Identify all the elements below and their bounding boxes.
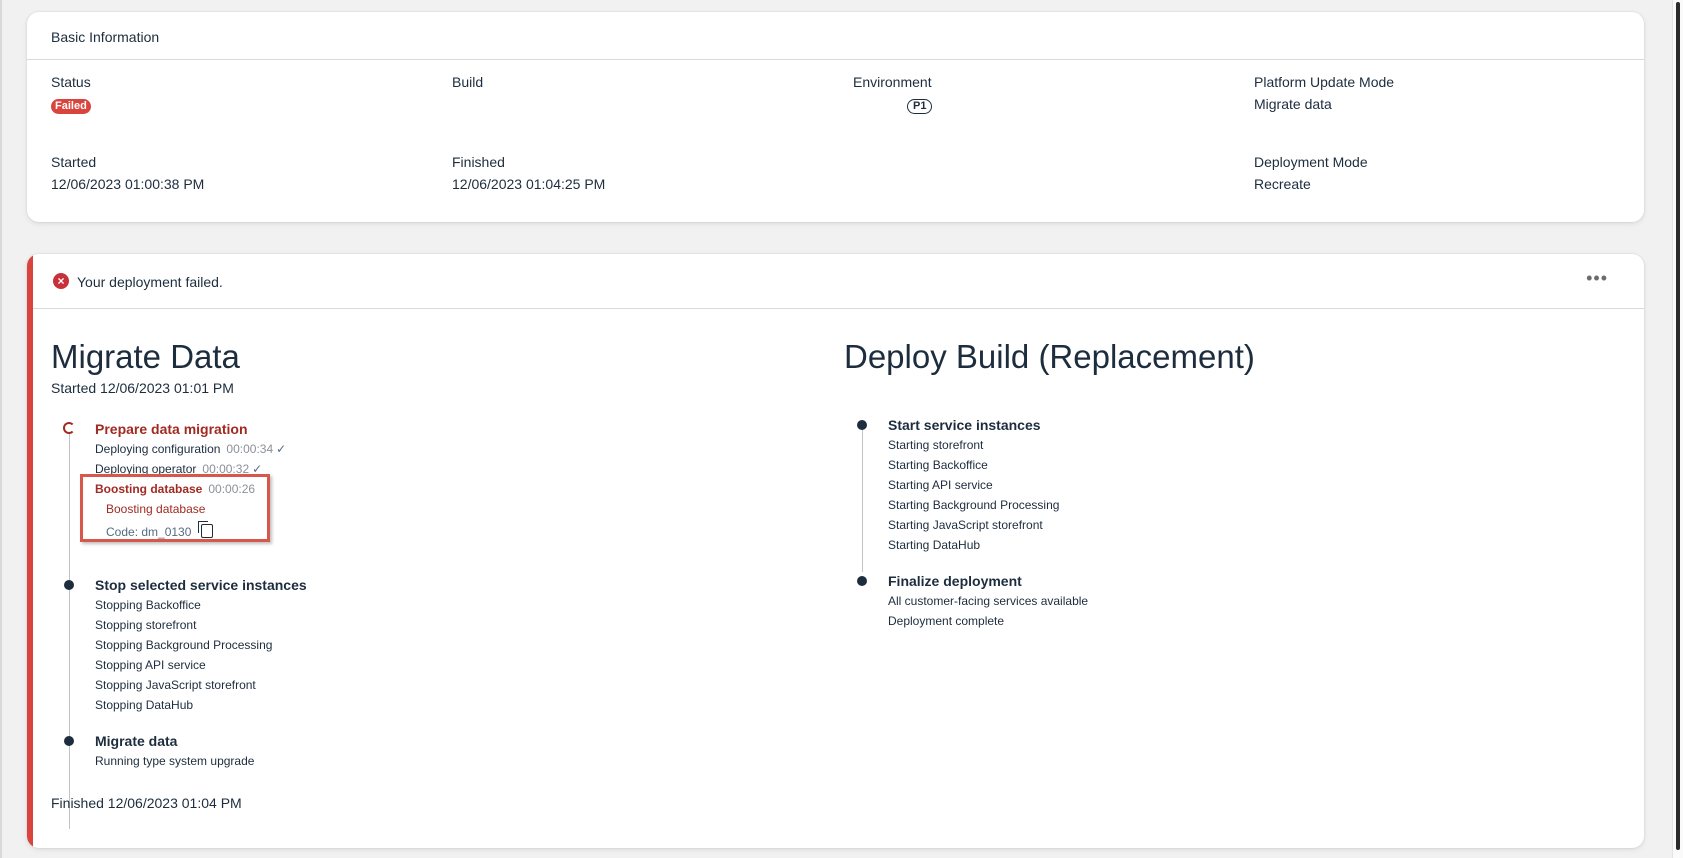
build-label: Build: [452, 74, 484, 90]
step-start-service-instances: Start service instances: [888, 417, 1041, 433]
step-item-label: Deploying configuration: [95, 442, 221, 456]
migrate-started-text: Started 12/06/2023 01:01 PM: [51, 380, 234, 396]
environment-badge: P1: [907, 99, 933, 114]
list-item: Stopping storefront: [95, 618, 197, 632]
migrate-timeline-segment: [69, 432, 70, 544]
step-stop-service-instances: Stop selected service instances: [95, 577, 307, 593]
list-item: Starting Background Processing: [888, 498, 1060, 512]
list-item: Running type system upgrade: [95, 754, 255, 768]
list-item: Stopping JavaScript storefront: [95, 678, 256, 692]
finished-label: Finished: [452, 154, 505, 170]
list-item: Stopping DataHub: [95, 698, 194, 712]
error-code-row: Code: dm_0130: [106, 521, 214, 539]
in-progress-spinner-icon: [63, 422, 75, 434]
step-finalize-deployment: Finalize deployment: [888, 573, 1022, 589]
deployment-mode-label: Deployment Mode: [1254, 154, 1368, 170]
scrollbar-thumb[interactable]: [1676, 2, 1680, 850]
deployment-message-strip: × Your deployment failed. •••: [33, 254, 1644, 309]
migrate-data-title: Migrate Data: [51, 338, 240, 375]
error-indicator-bar: [27, 254, 33, 848]
platform-update-mode-value: Migrate data: [1254, 96, 1332, 112]
more-options-icon[interactable]: •••: [1586, 268, 1608, 289]
list-item: All customer-facing services available: [888, 594, 1089, 608]
step-dot: [857, 576, 867, 586]
build-field: Build: [452, 74, 483, 96]
error-step-duration: 00:00:26: [208, 482, 256, 496]
basic-information-header: Basic Information: [27, 12, 1644, 60]
step-migrate-data: Migrate data: [95, 733, 178, 749]
migrate-finished-text: Finished 12/06/2023 01:04 PM: [51, 795, 242, 811]
error-step-label: Boosting database: [95, 482, 203, 496]
list-item: Stopping Background Processing: [95, 638, 273, 652]
platform-update-mode-label: Platform Update Mode: [1254, 74, 1395, 90]
deployment-failed-message: Your deployment failed.: [77, 274, 223, 290]
deploy-build-title: Deploy Build (Replacement): [844, 338, 1255, 375]
started-value: 12/06/2023 01:00:38 PM: [51, 176, 205, 192]
status-badge: Failed: [51, 99, 91, 114]
list-item: Starting JavaScript storefront: [888, 518, 1043, 532]
list-item: Starting storefront: [888, 438, 984, 452]
list-item: Starting Backoffice: [888, 458, 988, 472]
status-label: Status: [51, 74, 91, 90]
finished-value: 12/06/2023 01:04:25 PM: [452, 176, 606, 192]
list-item: Stopping Backoffice: [95, 598, 201, 612]
window-left-edge: [0, 0, 2, 858]
copy-icon[interactable]: [198, 521, 214, 538]
environment-label: Environment: [853, 74, 932, 90]
step-dot: [64, 580, 74, 590]
list-item: Starting API service: [888, 478, 993, 492]
step-dot: [857, 420, 867, 430]
step-item-duration: 00:00:34: [226, 442, 274, 456]
error-step-title: Boosting database 00:00:26: [95, 482, 255, 496]
finished-field: Finished 12/06/2023 01:04:25 PM: [452, 154, 605, 192]
started-field: Started 12/06/2023 01:00:38 PM: [51, 154, 204, 192]
step-prepare-data-migration: Prepare data migration: [95, 421, 248, 437]
error-code: Code: dm_0130: [106, 525, 192, 539]
deployment-mode-value: Recreate: [1254, 176, 1311, 192]
step-dot: [64, 736, 74, 746]
error-icon: ×: [53, 273, 69, 289]
vertical-scrollbar[interactable]: [1672, 0, 1683, 858]
list-item: Stopping API service: [95, 658, 206, 672]
build-timeline-line: [862, 428, 863, 572]
platform-update-mode-field: Platform Update Mode Migrate data: [1254, 74, 1394, 112]
started-label: Started: [51, 154, 97, 170]
list-item: Starting DataHub: [888, 538, 981, 552]
environment-field: Environment P1: [853, 74, 933, 114]
basic-information-card: Basic Information Status Failed Build En…: [27, 12, 1644, 222]
list-item: Deployment complete: [888, 614, 1005, 628]
deployment-progress-card: × Your deployment failed. ••• Migrate Da…: [27, 254, 1644, 848]
check-icon: ✓: [276, 442, 287, 456]
error-message: Boosting database: [106, 502, 206, 516]
step-item: Deploying configuration 00:00:34 ✓: [95, 442, 286, 456]
deployment-mode-field: Deployment Mode Recreate: [1254, 154, 1368, 192]
status-field: Status Failed: [51, 74, 91, 114]
